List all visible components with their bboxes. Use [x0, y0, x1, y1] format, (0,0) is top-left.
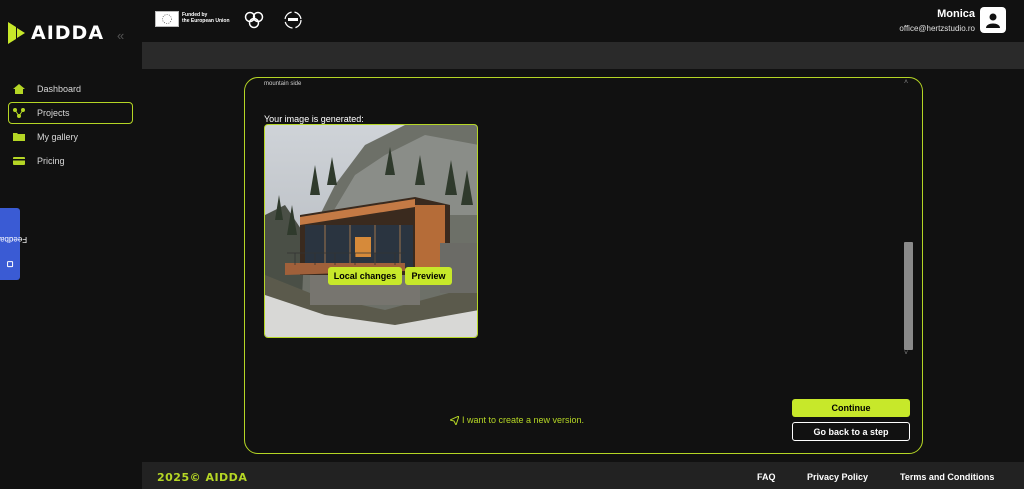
user-name: Monica — [937, 8, 975, 20]
new-version-label: I want to create a new version. — [462, 415, 585, 425]
go-back-button[interactable]: Go back to a step — [792, 422, 910, 441]
privacy-policy-link[interactable]: Privacy Policy — [807, 472, 868, 482]
prompt-text: mountain side — [264, 81, 302, 87]
sidebar-item-label: Dashboard — [37, 84, 82, 94]
user-email: office@hertzstudio.ro — [899, 24, 975, 33]
generated-label: Your image is generated: — [264, 114, 364, 124]
preview-button[interactable]: Preview — [405, 267, 452, 285]
generated-image[interactable] — [264, 124, 478, 338]
eu-funding-text: Funded by the European Union — [182, 12, 230, 24]
footer: 2025© AIDDA FAQ Privacy Policy Terms and… — [142, 462, 1024, 489]
faq-link[interactable]: FAQ — [757, 472, 776, 482]
user-icon — [986, 13, 1000, 28]
new-version-link[interactable]: I want to create a new version. — [450, 415, 584, 425]
local-changes-button[interactable]: Local changes — [328, 267, 402, 285]
chat-icon — [7, 260, 14, 267]
send-icon — [450, 415, 459, 425]
sidebar-nav: Dashboard Projects My gallery Pricing — [8, 78, 133, 174]
sidebar-item-label: Pricing — [37, 156, 65, 166]
scroll-up-arrow-icon[interactable]: ˄ — [904, 79, 908, 86]
scrollbar-thumb[interactable] — [904, 242, 913, 350]
partner-logo-icon — [244, 11, 264, 29]
card-icon — [13, 156, 25, 166]
sidebar-item-my-gallery[interactable]: My gallery — [8, 126, 133, 148]
sidebar-item-label: Projects — [37, 108, 70, 118]
home-icon — [13, 84, 25, 94]
continue-button[interactable]: Continue — [792, 399, 910, 417]
sidebar-item-projects[interactable]: Projects — [8, 102, 133, 124]
sidebar-item-pricing[interactable]: Pricing — [8, 150, 133, 172]
aidda-logo-icon — [8, 22, 26, 44]
double-chevron-left-icon[interactable]: « — [117, 28, 124, 43]
generation-panel: mountain side ˄ ˅ Your image is generate… — [244, 77, 923, 454]
friend-cci-logo-icon — [283, 10, 303, 30]
subheader-bar — [142, 42, 1024, 69]
projects-icon — [13, 108, 25, 118]
top-header: Funded by the European Union Monica offi… — [142, 0, 1024, 42]
copyright: 2025© AIDDA — [157, 471, 248, 484]
terms-link[interactable]: Terms and Conditions — [900, 472, 994, 482]
sidebar-item-label: My gallery — [37, 132, 79, 142]
feedback-label: Feedback — [0, 234, 28, 244]
brand-name: AIDDA — [31, 22, 105, 44]
logo[interactable]: AIDDA — [8, 22, 104, 44]
sidebar-item-dashboard[interactable]: Dashboard — [8, 78, 133, 100]
cabin-image — [265, 125, 477, 337]
feedback-tab[interactable]: Feedback — [0, 208, 28, 280]
folder-icon — [13, 132, 25, 142]
sidebar: AIDDA « Dashboard Projects My gallery Pr — [0, 0, 142, 489]
avatar[interactable] — [980, 7, 1006, 33]
eu-flag-icon — [155, 11, 179, 27]
scroll-down-arrow-icon[interactable]: ˅ — [904, 350, 908, 357]
